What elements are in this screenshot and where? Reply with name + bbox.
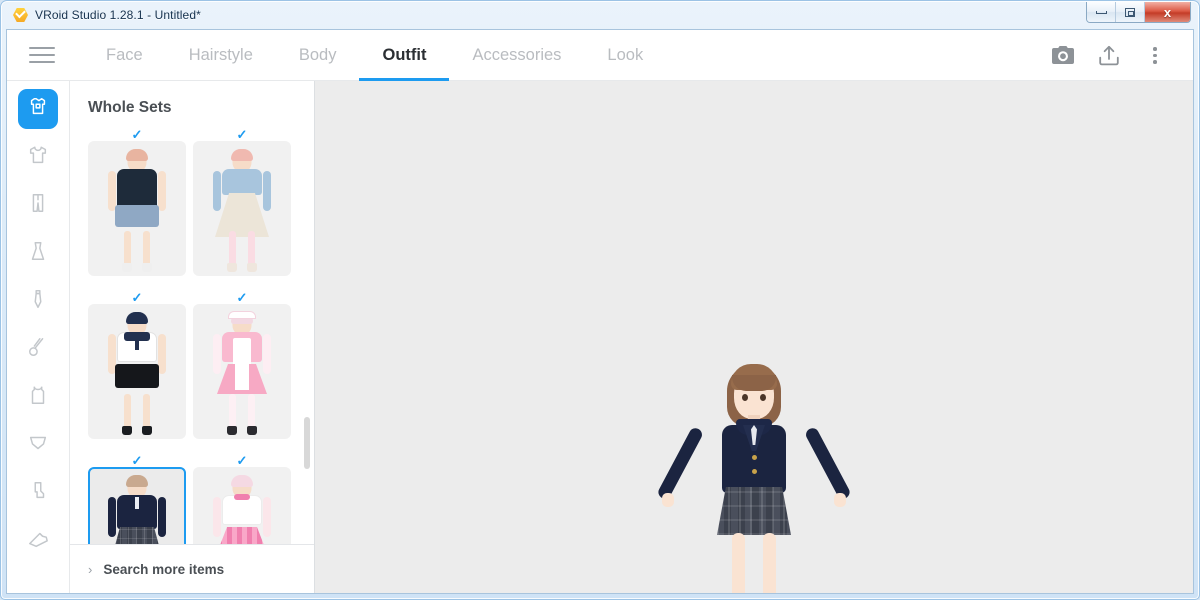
maximize-icon	[1125, 8, 1135, 17]
main-tabs: Face Hairstyle Body Outfit Accessories L…	[83, 30, 666, 81]
chevron-right-icon: ›	[88, 563, 92, 576]
item-floral-shirt-denim-shorts[interactable]: ✓	[88, 127, 186, 276]
item-thumbnail	[88, 467, 186, 544]
pants-icon	[27, 192, 49, 219]
item-check-icon: ✓	[88, 127, 186, 141]
item-navy-blazer-plaid-skirt[interactable]: ✓	[88, 453, 186, 544]
top-navigation-bar: Face Hairstyle Body Outfit Accessories L…	[7, 30, 1193, 81]
tab-hairstyle[interactable]: Hairstyle	[166, 30, 276, 81]
search-more-items-button[interactable]: › Search more items	[70, 544, 314, 594]
tab-look[interactable]: Look	[584, 30, 666, 81]
underwear-icon	[27, 432, 49, 459]
sidebar-item-accessory[interactable]	[18, 329, 58, 369]
item-sailor-top-black-shorts[interactable]: ✓	[88, 290, 186, 439]
minimize-icon	[1096, 11, 1107, 14]
item-check-icon: ✓	[88, 453, 186, 467]
tab-outfit[interactable]: Outfit	[359, 30, 449, 81]
item-thumbnail	[88, 304, 186, 439]
tab-accessories[interactable]: Accessories	[449, 30, 584, 81]
camisole-icon	[27, 384, 49, 411]
sidebar-item-underwear[interactable]	[18, 425, 58, 465]
sidebar-item-necktie[interactable]	[18, 281, 58, 321]
item-thumbnail	[193, 467, 291, 544]
tshirt-icon	[27, 144, 49, 171]
window-controls: x	[1086, 2, 1191, 23]
sidebar-item-bottoms[interactable]	[18, 185, 58, 225]
category-rail	[7, 81, 70, 594]
hamburger-menu-icon[interactable]	[29, 45, 55, 65]
page-title: Whole Sets	[70, 81, 314, 127]
minimize-button[interactable]	[1087, 2, 1116, 22]
sidebar-item-one-piece[interactable]	[18, 233, 58, 273]
search-more-items-label: Search more items	[103, 562, 224, 577]
item-check-icon: ✓	[88, 290, 186, 304]
sidebar-item-whole-sets[interactable]	[18, 89, 58, 129]
window-title: VRoid Studio 1.28.1 - Untitled*	[35, 8, 201, 22]
item-check-icon: ✓	[193, 453, 291, 467]
item-white-top-pink-skirt[interactable]: ✓	[193, 453, 291, 544]
sidebar-item-shoes[interactable]	[18, 521, 58, 561]
sidebar-item-camisole[interactable]	[18, 377, 58, 417]
item-thumbnail	[193, 141, 291, 276]
necktie-icon	[27, 288, 49, 315]
character-model	[654, 363, 854, 594]
items-scroll-area[interactable]: ✓	[70, 127, 314, 544]
items-grid: ✓	[88, 127, 314, 544]
item-pink-maid-dress[interactable]: ✓	[193, 290, 291, 439]
item-check-icon: ✓	[193, 290, 291, 304]
export-upload-icon[interactable]	[1089, 36, 1129, 76]
items-scrollbar[interactable]	[304, 417, 310, 469]
workspace: Whole Sets ✓	[7, 81, 1193, 594]
close-button[interactable]: x	[1145, 2, 1190, 22]
camera-icon[interactable]	[1043, 36, 1083, 76]
title-bar: VRoid Studio 1.28.1 - Untitled* x	[6, 1, 1194, 29]
application-window: VRoid Studio 1.28.1 - Untitled* x Face H…	[0, 0, 1200, 600]
tab-body[interactable]: Body	[276, 30, 360, 81]
sidebar-item-socks[interactable]	[18, 473, 58, 513]
socks-icon	[27, 480, 49, 507]
vroid-check-badge-icon	[13, 8, 28, 23]
client-area: Face Hairstyle Body Outfit Accessories L…	[6, 29, 1194, 594]
model-viewport[interactable]	[315, 81, 1193, 594]
whole-sets-icon	[27, 96, 49, 123]
tab-face[interactable]: Face	[83, 30, 166, 81]
sidebar-item-tops[interactable]	[18, 137, 58, 177]
dress-icon	[27, 240, 49, 267]
items-panel: Whole Sets ✓	[70, 81, 315, 594]
item-check-icon: ✓	[193, 127, 291, 141]
item-denim-jacket-cream-dress[interactable]: ✓	[193, 127, 291, 276]
topbar-actions	[1043, 30, 1175, 81]
more-vertical-icon[interactable]	[1135, 36, 1175, 76]
item-thumbnail	[88, 141, 186, 276]
item-thumbnail	[193, 304, 291, 439]
shoe-icon	[27, 528, 49, 555]
maximize-button[interactable]	[1116, 2, 1145, 22]
hair-accessory-icon	[27, 336, 49, 363]
